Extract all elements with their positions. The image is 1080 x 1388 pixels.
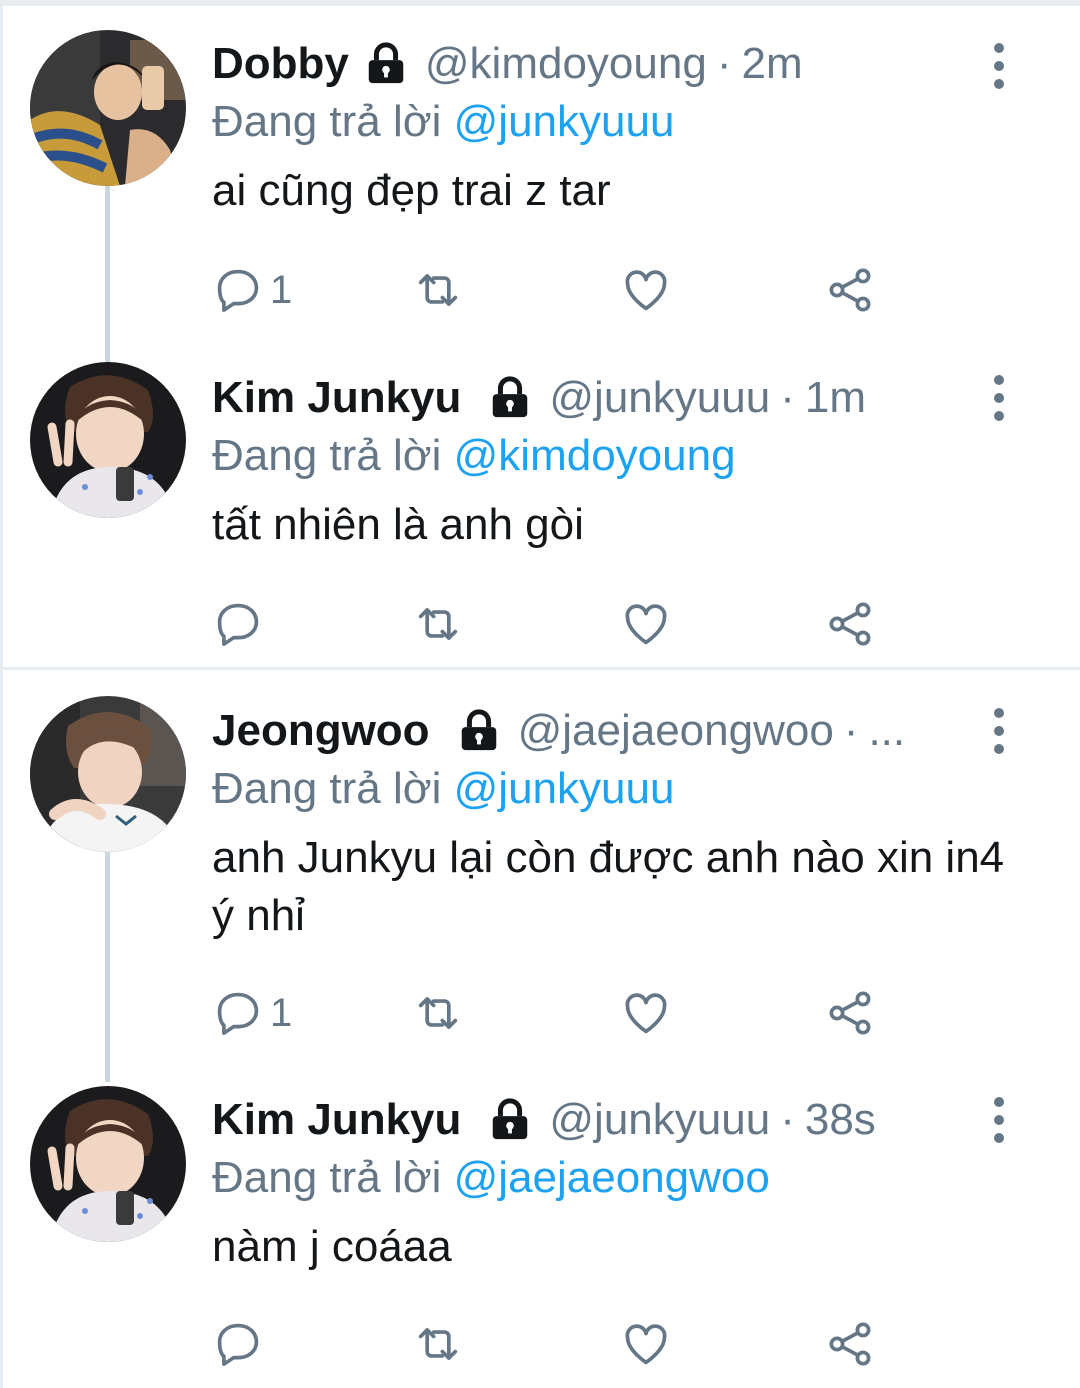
- share-icon: [829, 991, 871, 1035]
- mention-link[interactable]: @junkyuuu: [454, 764, 675, 813]
- more-options-icon[interactable]: [982, 1094, 1016, 1146]
- separator-dot: ·: [780, 373, 795, 422]
- timestamp[interactable]: 1m: [805, 370, 866, 426]
- share-button[interactable]: [824, 1314, 876, 1374]
- retweet-icon: [418, 1328, 458, 1360]
- display-name[interactable]: Kim Junkyu: [212, 1092, 461, 1148]
- replying-to-label: Đang trả lời: [212, 97, 442, 146]
- replying-to: Đang trả lời @jaejaeongwoo: [212, 1150, 770, 1206]
- avatar[interactable]: [30, 362, 186, 518]
- user-handle[interactable]: @kimdoyoung: [425, 36, 707, 92]
- reply-count: 1: [270, 990, 293, 1035]
- reply-button[interactable]: 1: [212, 260, 292, 320]
- timestamp[interactable]: 38s: [805, 1092, 876, 1148]
- retweet-icon: [418, 997, 458, 1029]
- like-button[interactable]: [620, 594, 672, 654]
- display-name[interactable]: Dobby: [212, 36, 349, 92]
- tweet-header: Dobby @kimdoyoung · 2m: [212, 36, 803, 92]
- share-icon: [829, 1322, 871, 1366]
- tweet-text: anh Junkyu lại còn được anh nào xin in4 …: [212, 833, 1005, 940]
- tweet-text: tất nhiên là anh gòi: [212, 500, 584, 549]
- avatar[interactable]: [30, 30, 186, 186]
- tweet-header: Jeongwoo @jaejaeongwoo · ...: [212, 703, 905, 759]
- reply-count: 1: [270, 267, 293, 312]
- more-options-icon[interactable]: [982, 705, 1016, 757]
- separator-dot: ·: [716, 39, 732, 88]
- share-button[interactable]: [824, 260, 876, 320]
- reply-icon: [217, 992, 259, 1035]
- share-button[interactable]: [824, 983, 876, 1043]
- thread-divider: [0, 667, 1080, 670]
- reply-button[interactable]: [212, 1314, 270, 1374]
- tweet-actions: 1: [212, 260, 912, 320]
- mention-link[interactable]: @jaejaeongwoo: [454, 1153, 770, 1202]
- reply-icon: [217, 269, 259, 312]
- retweet-button[interactable]: [412, 1314, 464, 1374]
- mention-link[interactable]: @kimdoyoung: [454, 431, 736, 480]
- top-edge: [0, 0, 1080, 6]
- lock-icon: [363, 41, 409, 87]
- lock-icon: [456, 708, 502, 754]
- heart-icon: [625, 604, 667, 645]
- like-button[interactable]: [620, 1314, 672, 1374]
- user-handle[interactable]: @junkyuuu: [549, 1092, 770, 1148]
- mention-link[interactable]: @junkyuuu: [454, 97, 675, 146]
- share-icon: [829, 602, 871, 646]
- thread-connector: [105, 852, 110, 1082]
- separator-dot: ·: [780, 1095, 795, 1144]
- share-button[interactable]: [824, 594, 876, 654]
- retweet-icon: [418, 274, 458, 306]
- tweet-actions: [212, 1314, 912, 1374]
- heart-icon: [625, 993, 667, 1034]
- reply-icon: [217, 603, 259, 646]
- lock-icon: [487, 375, 533, 421]
- tweet-actions: [212, 594, 912, 654]
- separator-dot: ·: [843, 706, 859, 755]
- replying-to-label: Đang trả lời: [212, 1153, 442, 1202]
- reply-icon: [217, 1323, 259, 1366]
- like-button[interactable]: [620, 983, 672, 1043]
- tweet-header: Kim Junkyu @junkyuuu · 1m: [212, 370, 866, 426]
- replying-to: Đang trả lời @junkyuuu: [212, 761, 674, 817]
- like-button[interactable]: [620, 260, 672, 320]
- share-icon: [829, 268, 871, 312]
- heart-icon: [625, 270, 667, 311]
- retweet-button[interactable]: [412, 983, 464, 1043]
- lock-icon: [487, 1097, 533, 1143]
- replying-to-label: Đang trả lời: [212, 431, 442, 480]
- display-name[interactable]: Kim Junkyu: [212, 370, 461, 426]
- avatar[interactable]: [30, 1086, 186, 1242]
- tweet-text: nàm j coáaa: [212, 1222, 452, 1271]
- display-name[interactable]: Jeongwoo: [212, 703, 430, 759]
- tweet-actions: 1: [212, 983, 912, 1043]
- retweet-button[interactable]: [412, 594, 464, 654]
- left-edge: [0, 0, 3, 1388]
- reply-button[interactable]: [212, 594, 270, 654]
- user-handle[interactable]: @jaejaeongwoo: [518, 703, 834, 759]
- replying-to: Đang trả lời @kimdoyoung: [212, 428, 736, 484]
- more-options-icon[interactable]: [982, 40, 1016, 92]
- retweet-icon: [418, 608, 458, 640]
- tweet-header: Kim Junkyu @junkyuuu · 38s: [212, 1092, 876, 1148]
- replying-to: Đang trả lời @junkyuuu: [212, 94, 674, 150]
- reply-button[interactable]: 1: [212, 983, 292, 1043]
- tweet-text: ai cũng đẹp trai z tar: [212, 166, 611, 215]
- timestamp[interactable]: 2m: [741, 36, 802, 92]
- retweet-button[interactable]: [412, 260, 464, 320]
- user-handle[interactable]: @junkyuuu: [549, 370, 770, 426]
- thread-connector: [105, 186, 110, 362]
- avatar[interactable]: [30, 696, 186, 852]
- replying-to-label: Đang trả lời: [212, 764, 442, 813]
- timestamp[interactable]: ...: [868, 703, 905, 759]
- heart-icon: [625, 1324, 667, 1365]
- more-options-icon[interactable]: [982, 372, 1016, 424]
